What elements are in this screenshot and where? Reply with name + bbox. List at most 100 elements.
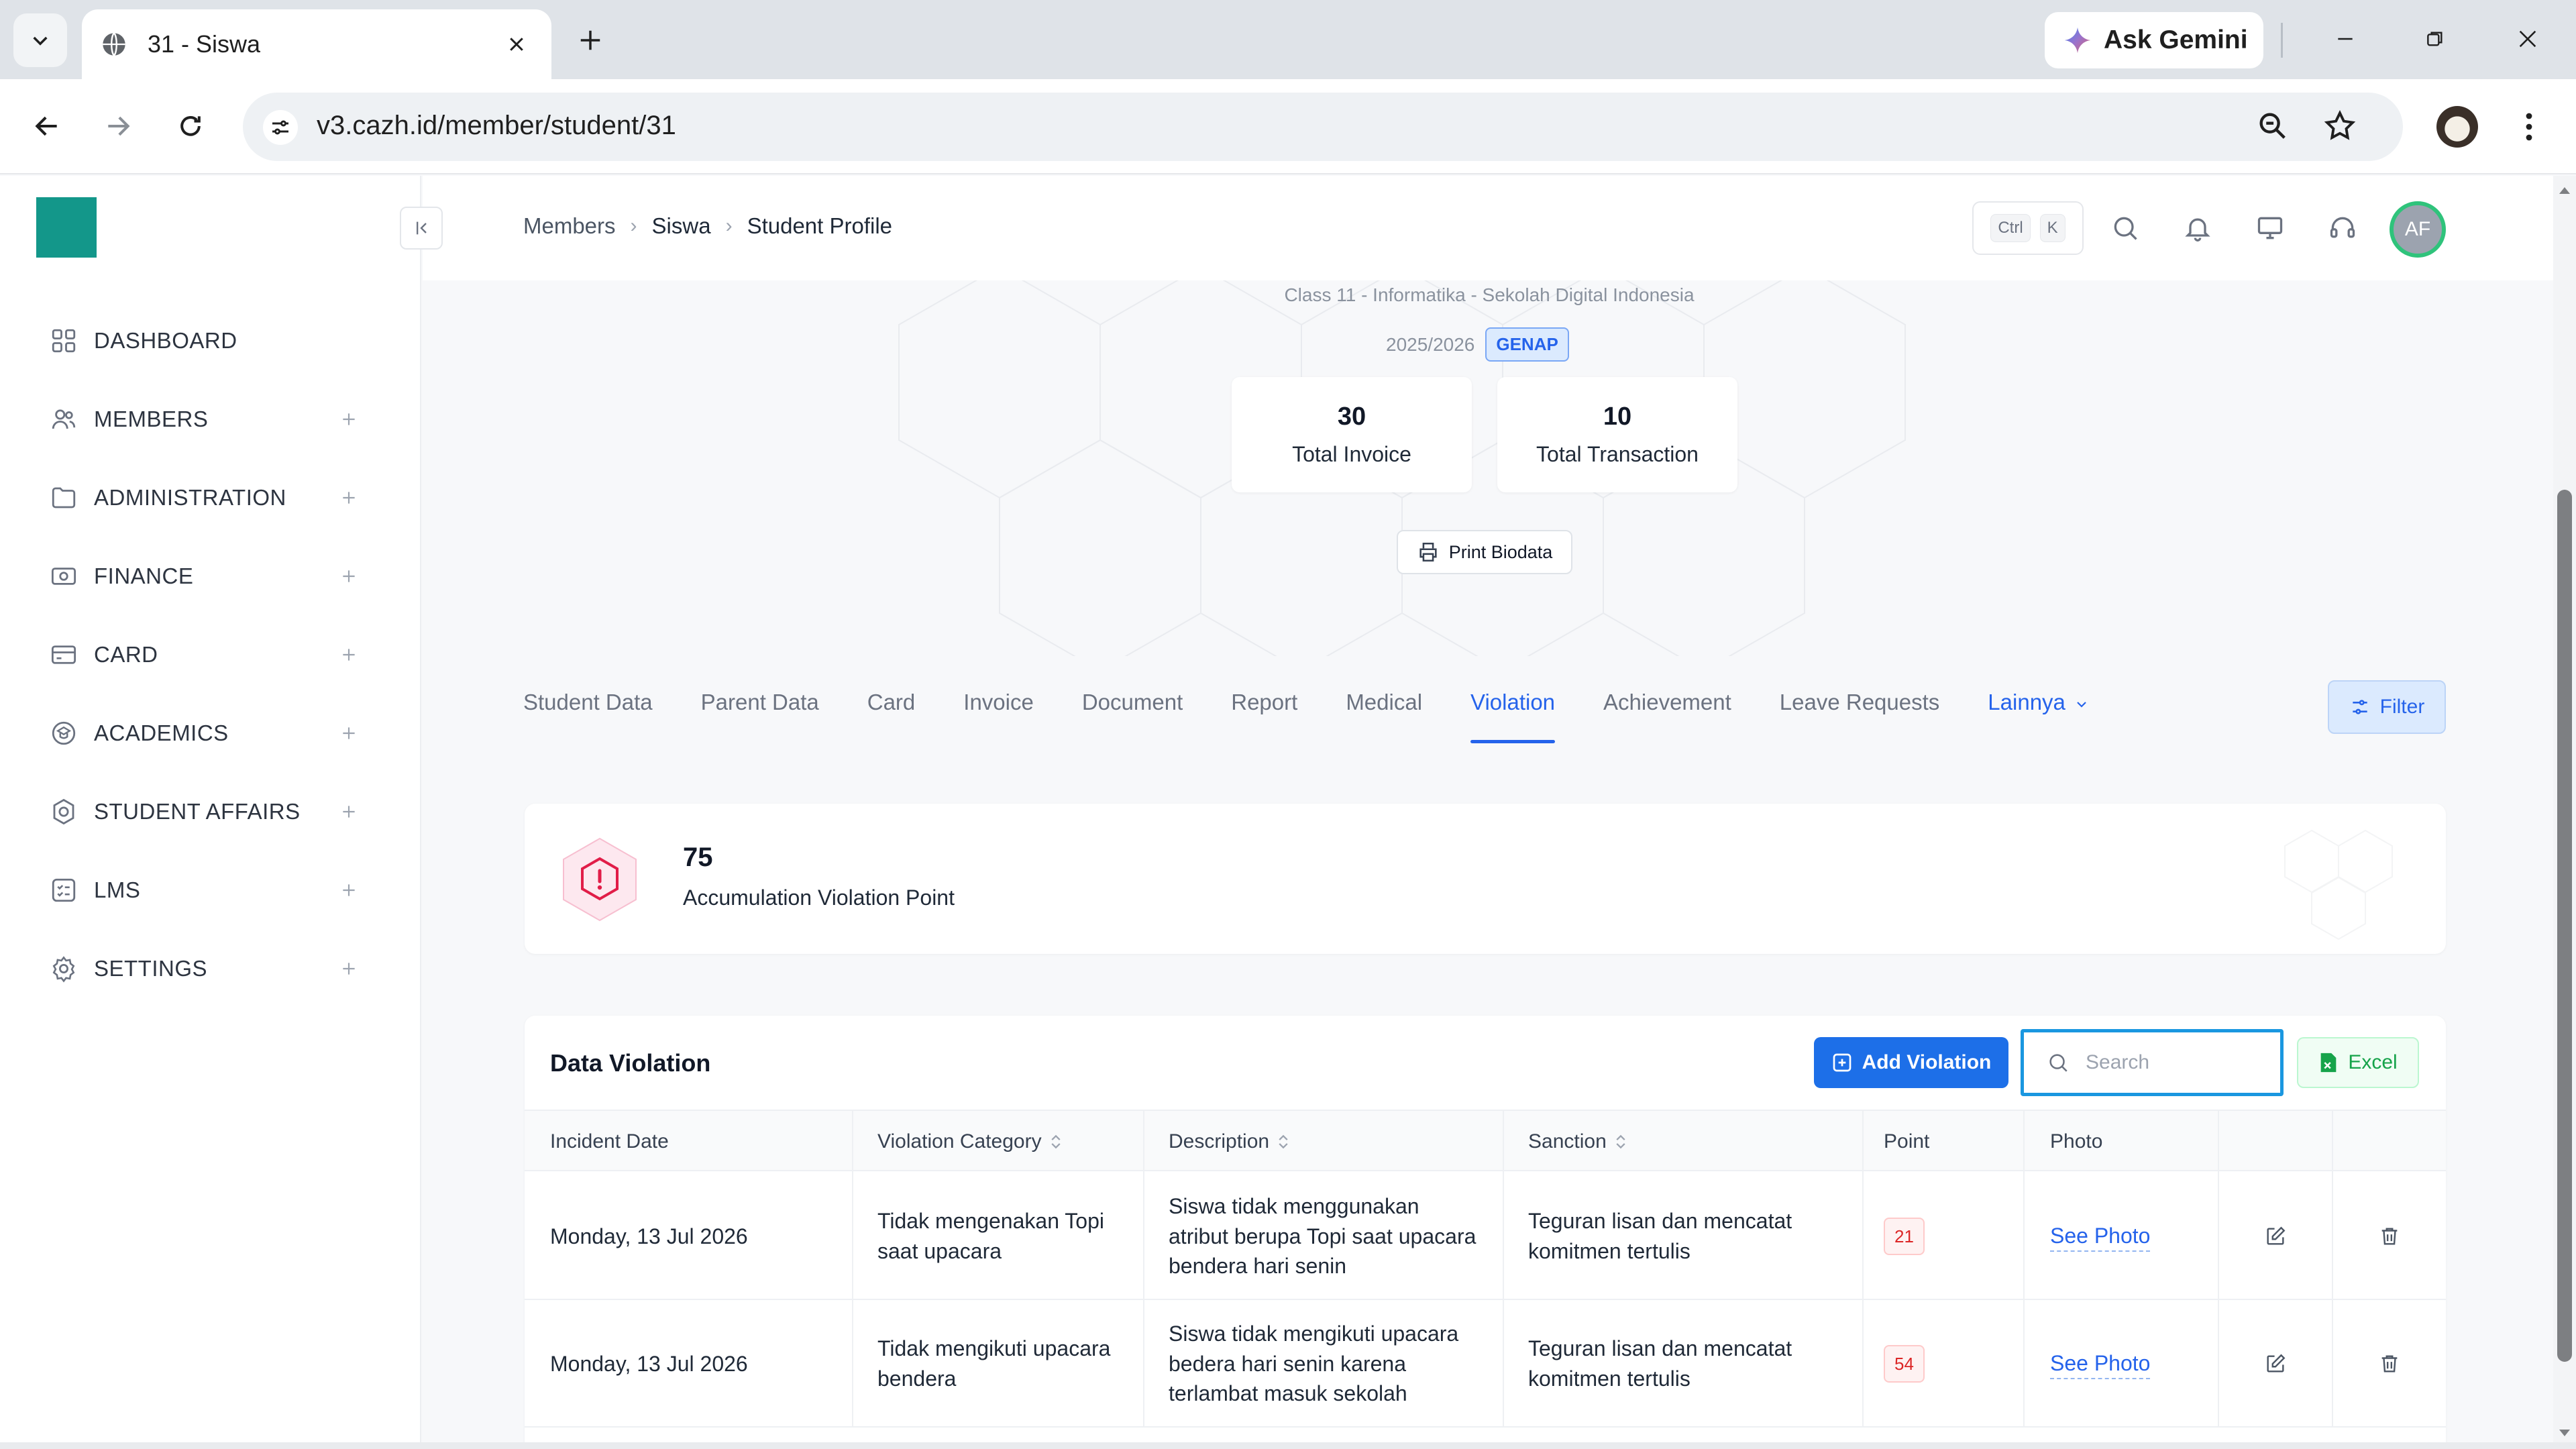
user-avatar[interactable]: AF bbox=[2390, 201, 2446, 258]
cell-edit bbox=[2218, 1173, 2332, 1300]
money-icon bbox=[48, 561, 79, 592]
breadcrumb-siswa[interactable]: Siswa bbox=[652, 213, 711, 239]
tab-invoice[interactable]: Invoice bbox=[963, 676, 1034, 743]
sidebar-item-card[interactable]: CARD bbox=[0, 623, 421, 687]
sidebar-item-label: ADMINISTRATION bbox=[94, 485, 286, 510]
trash-icon[interactable] bbox=[2372, 1219, 2407, 1254]
browser-menu-button[interactable] bbox=[2509, 106, 2549, 148]
command-palette-shortcut[interactable]: Ctrl K bbox=[1972, 201, 2084, 255]
tab-violation[interactable]: Violation bbox=[1470, 676, 1556, 743]
ask-gemini-button[interactable]: Ask Gemini bbox=[2045, 12, 2263, 68]
sidebar-item-lms[interactable]: LMS bbox=[0, 858, 421, 922]
expand-plus-icon[interactable] bbox=[335, 720, 362, 747]
violation-table-card: Data Violation Add Violation Excel Incid… bbox=[525, 1016, 2446, 1449]
tab-medical[interactable]: Medical bbox=[1346, 676, 1422, 743]
minimize-button[interactable] bbox=[2325, 19, 2365, 59]
expand-plus-icon[interactable] bbox=[335, 563, 362, 590]
notifications-button[interactable] bbox=[2176, 207, 2219, 250]
col-delete bbox=[2332, 1111, 2446, 1173]
collapse-sidebar-button[interactable] bbox=[400, 207, 443, 250]
new-tab-button[interactable] bbox=[570, 20, 610, 60]
edit-icon[interactable] bbox=[2258, 1346, 2293, 1381]
print-biodata-button[interactable]: Print Biodata bbox=[1397, 530, 1572, 574]
sidebar-item-label: FINANCE bbox=[94, 564, 194, 588]
tab-more-dropdown[interactable]: Lainnya bbox=[1988, 676, 2090, 743]
forward-button[interactable] bbox=[94, 102, 142, 150]
tab-card[interactable]: Card bbox=[867, 676, 916, 743]
cell-incident-date: Monday, 13 Jul 2026 bbox=[550, 1351, 748, 1376]
expand-plus-icon[interactable] bbox=[335, 484, 362, 511]
sidebar-item-academics[interactable]: ACADEMICS bbox=[0, 701, 421, 765]
sidebar-item-members[interactable]: MEMBERS bbox=[0, 387, 421, 451]
restore-button[interactable] bbox=[2415, 19, 2455, 59]
col-incident-date: Incident Date bbox=[550, 1130, 669, 1152]
total-invoice-card: 30 Total Invoice bbox=[1232, 377, 1472, 492]
expand-plus-icon[interactable] bbox=[335, 406, 362, 433]
trash-icon[interactable] bbox=[2372, 1346, 2407, 1381]
url-text[interactable]: v3.cazh.id/member/student/31 bbox=[317, 111, 676, 141]
tab-parent-data[interactable]: Parent Data bbox=[701, 676, 819, 743]
display-button[interactable] bbox=[2249, 207, 2292, 250]
see-photo-link[interactable]: See Photo bbox=[2050, 1348, 2151, 1380]
sidebar-item-administration[interactable]: ADMINISTRATION bbox=[0, 466, 421, 530]
see-photo-link[interactable]: See Photo bbox=[2050, 1221, 2151, 1252]
sidebar-item-dashboard[interactable]: DASHBOARD bbox=[0, 309, 421, 373]
browser-tab[interactable]: 31 - Siswa bbox=[82, 9, 551, 79]
browser-tab-strip: 31 - Siswa Ask Gemini bbox=[0, 0, 2576, 79]
cell-delete bbox=[2332, 1300, 2446, 1428]
plus-icon bbox=[580, 30, 600, 50]
add-violation-button[interactable]: Add Violation bbox=[1814, 1037, 2008, 1088]
tab-document[interactable]: Document bbox=[1082, 676, 1183, 743]
zoom-button[interactable] bbox=[2255, 109, 2290, 147]
search-button[interactable] bbox=[2104, 207, 2147, 250]
tab-leave-requests[interactable]: Leave Requests bbox=[1780, 676, 1940, 743]
reload-button[interactable] bbox=[166, 102, 215, 150]
app-logo[interactable] bbox=[36, 197, 97, 258]
violation-table-title: Data Violation bbox=[550, 1049, 711, 1077]
address-bar[interactable]: v3.cazh.id/member/student/31 bbox=[243, 93, 2403, 161]
scroll-up-arrow-icon[interactable] bbox=[2557, 182, 2573, 199]
breadcrumb-separator-icon: › bbox=[725, 215, 733, 237]
sidebar-item-finance[interactable]: FINANCE bbox=[0, 544, 421, 608]
filter-button[interactable]: Filter bbox=[2328, 680, 2446, 734]
table-header: Incident Date Violation Category Descrip… bbox=[525, 1110, 2446, 1173]
tab-more-label: Lainnya bbox=[1988, 690, 2065, 714]
bookmark-button[interactable] bbox=[2322, 109, 2357, 147]
scrollbar-thumb[interactable] bbox=[2557, 490, 2572, 1362]
app-header: Members › Siswa › Student Profile Ctrl K… bbox=[423, 176, 2556, 280]
col-description[interactable]: Description bbox=[1143, 1111, 1503, 1173]
main-content: Class 11 - Informatika - Sekolah Digital… bbox=[423, 280, 2556, 1449]
tab-report[interactable]: Report bbox=[1231, 676, 1297, 743]
page-scrollbar[interactable] bbox=[2553, 176, 2576, 1449]
tab-search-button[interactable] bbox=[13, 13, 67, 67]
expand-plus-icon[interactable] bbox=[335, 955, 362, 982]
col-violation-category[interactable]: Violation Category bbox=[852, 1111, 1143, 1173]
browser-profile-avatar[interactable] bbox=[2436, 106, 2478, 148]
breadcrumb-members[interactable]: Members bbox=[523, 213, 616, 239]
cell-photo: See Photo bbox=[2023, 1300, 2218, 1428]
site-info-button[interactable] bbox=[263, 110, 298, 145]
back-button[interactable] bbox=[23, 102, 71, 150]
col-sanction[interactable]: Sanction bbox=[1503, 1111, 1862, 1173]
scroll-down-arrow-icon[interactable] bbox=[2557, 1425, 2573, 1441]
expand-plus-icon[interactable] bbox=[335, 877, 362, 904]
year-text: 2025/2026 bbox=[1386, 333, 1475, 355]
violation-search[interactable] bbox=[2021, 1029, 2284, 1096]
gemini-sparkle-icon bbox=[2064, 27, 2091, 54]
sidebar-item-label: STUDENT AFFAIRS bbox=[94, 799, 301, 824]
expand-plus-icon[interactable] bbox=[335, 641, 362, 668]
expand-plus-icon[interactable] bbox=[335, 798, 362, 825]
tab-achievement[interactable]: Achievement bbox=[1603, 676, 1731, 743]
search-input[interactable] bbox=[2086, 1051, 2247, 1074]
sidebar-item-settings[interactable]: SETTINGS bbox=[0, 936, 421, 1001]
tab-student-data[interactable]: Student Data bbox=[523, 676, 653, 743]
sidebar-item-student-affairs[interactable]: STUDENT AFFAIRS bbox=[0, 780, 421, 844]
browser-toolbar: v3.cazh.id/member/student/31 bbox=[0, 79, 2576, 174]
sidebar-item-label: SETTINGS bbox=[94, 956, 208, 981]
edit-icon[interactable] bbox=[2258, 1219, 2293, 1254]
export-excel-button[interactable]: Excel bbox=[2297, 1037, 2419, 1088]
support-button[interactable] bbox=[2321, 207, 2364, 250]
close-tab-button[interactable] bbox=[500, 28, 533, 60]
close-window-button[interactable] bbox=[2508, 19, 2548, 59]
sidebar-item-label: LMS bbox=[94, 877, 141, 902]
